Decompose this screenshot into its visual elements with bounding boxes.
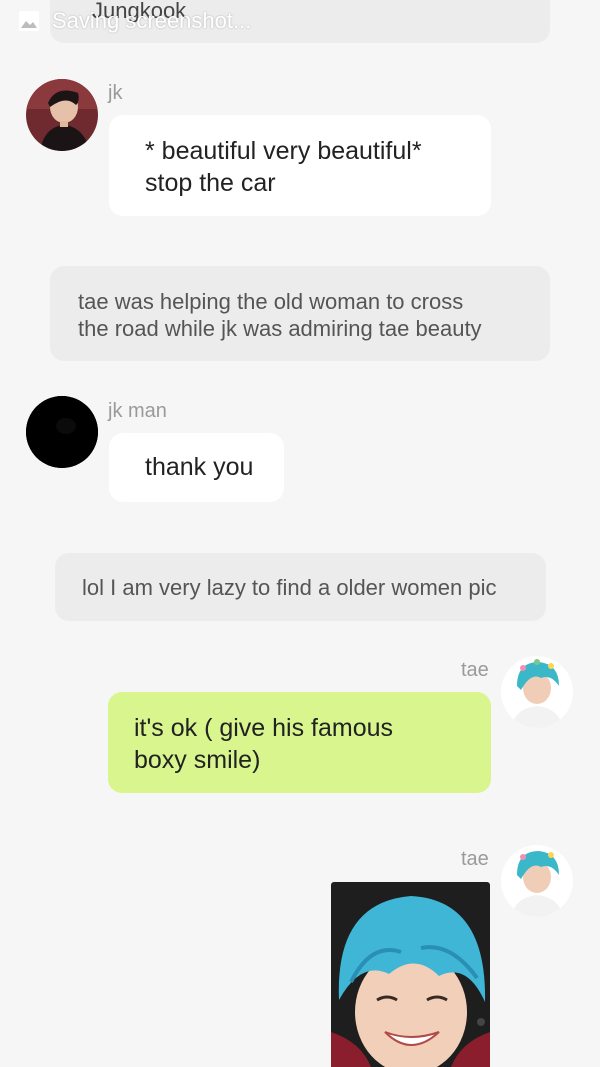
sender-name-jk-man: jk man xyxy=(108,400,167,422)
screenshot-notification: Saving screenshot... xyxy=(18,8,251,34)
sender-name-tae: tae xyxy=(461,848,489,870)
avatar-tae[interactable] xyxy=(501,845,573,917)
narration-text: lol I am very lazy to find a older women… xyxy=(82,575,497,600)
message-line: it's ok ( give his famous xyxy=(134,714,394,742)
narration-bubble: lol I am very lazy to find a older women… xyxy=(55,553,546,621)
message-text: thank you xyxy=(145,453,254,481)
message-line: boxy smile) xyxy=(134,746,261,774)
message-bubble-tae[interactable]: it's ok ( give his famous boxy smile) xyxy=(108,692,491,793)
shared-photo[interactable] xyxy=(331,882,490,1067)
screenshot-notice-text: Saving screenshot... xyxy=(52,8,252,33)
message-bubble-jk[interactable]: * beautiful very beautiful* stop the car xyxy=(109,115,491,216)
tae-photo xyxy=(501,845,573,917)
jk-photo xyxy=(26,79,98,151)
sender-name-tae: tae xyxy=(461,659,489,681)
narration-bubble: tae was helping the old woman to cross t… xyxy=(50,266,550,361)
avatar-jk-man[interactable] xyxy=(26,396,98,468)
narration-line: the road while jk was admiring tae beaut… xyxy=(78,316,482,341)
tae-photo xyxy=(501,656,573,728)
image-icon xyxy=(19,11,39,31)
sender-name-jk: jk xyxy=(108,82,123,104)
message-line: stop the car xyxy=(145,169,276,197)
avatar-tae[interactable] xyxy=(501,656,573,728)
message-bubble-jk-man[interactable]: thank you xyxy=(109,433,284,502)
avatar-jk[interactable] xyxy=(26,79,98,151)
tae-smiling-photo xyxy=(331,882,490,1067)
jk-man-photo xyxy=(26,396,98,468)
narration-line: tae was helping the old woman to cross xyxy=(78,289,464,314)
message-line: * beautiful very beautiful* xyxy=(145,137,422,165)
